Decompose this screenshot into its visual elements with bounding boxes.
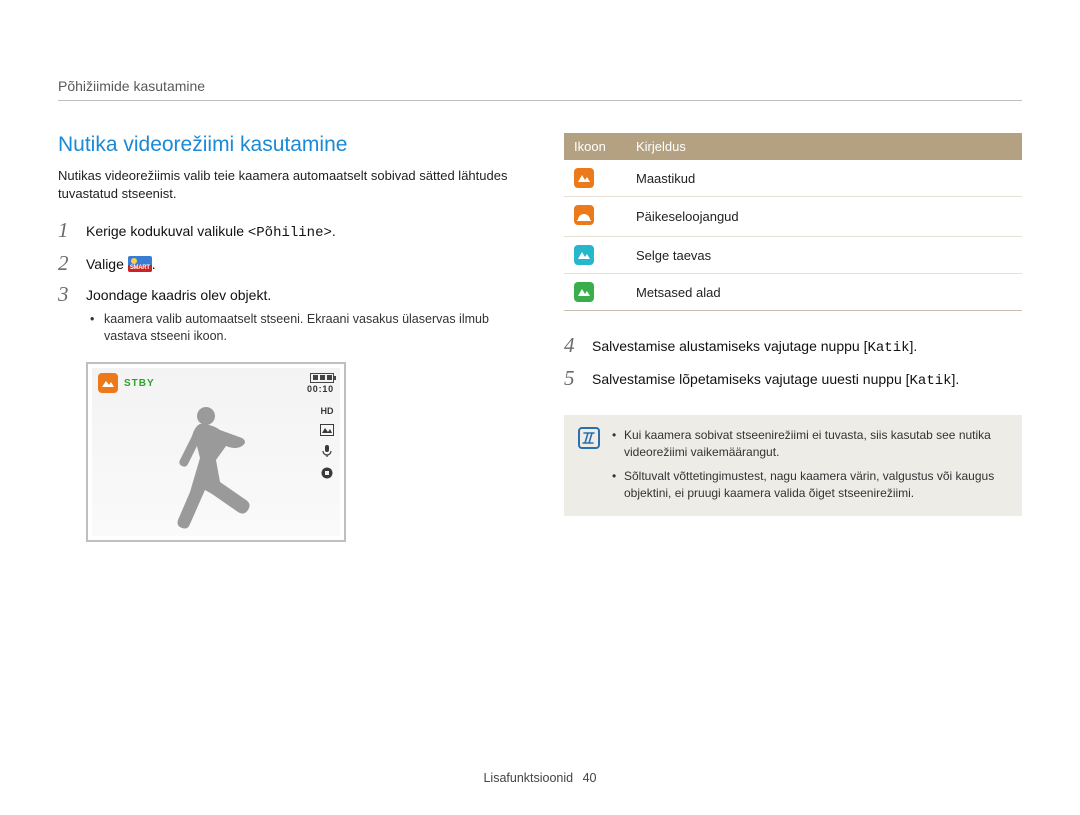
- step-number: 5: [564, 368, 582, 391]
- th-desc: Kirjeldus: [626, 133, 1022, 160]
- stabilize-icon: [320, 466, 334, 480]
- info-icon: [578, 427, 600, 449]
- step-4: 4 Salvestamise alustamiseks vajutage nup…: [564, 335, 1022, 358]
- section-title: Nutika videorežiimi kasutamine: [58, 133, 518, 157]
- camera-preview: STBY 00:10 HD: [86, 362, 346, 542]
- left-column: Nutika videorežiimi kasutamine Nutikas v…: [58, 133, 518, 542]
- step-number: 3: [58, 284, 76, 346]
- table-row: Metsased alad: [564, 274, 1022, 311]
- note-box: Kui kaamera sobivat stseenirežiimi ei tu…: [564, 415, 1022, 517]
- th-icon: Ikoon: [564, 133, 626, 160]
- step-number: 1: [58, 220, 76, 243]
- section-intro: Nutikas videorežiimis valib teie kaamera…: [58, 167, 518, 202]
- page-number: 40: [583, 771, 597, 785]
- subject-silhouette: [150, 402, 270, 530]
- aspect-icon: [320, 424, 334, 436]
- landscape-icon: [574, 168, 594, 188]
- substep: kaamera valib automaatselt stseeni. Ekra…: [90, 311, 518, 346]
- step-5: 5 Salvestamise lõpetamiseks vajutage uue…: [564, 368, 1022, 391]
- right-column: Ikoon Kirjeldus Maastikud Päikeseloojang…: [564, 133, 1022, 542]
- mic-icon: [321, 444, 333, 458]
- steps-left: 1 Kerige kodukuval valikule <Põhiline>. …: [58, 220, 518, 346]
- stby-label: STBY: [124, 378, 155, 389]
- hd-icon: HD: [321, 406, 334, 416]
- clear-sky-icon: [574, 245, 594, 265]
- step-number: 2: [58, 253, 76, 274]
- scene-badge-icon: [98, 373, 118, 393]
- footer-label: Lisafunktsioonid: [483, 771, 573, 785]
- sunset-icon: [574, 205, 594, 225]
- note-item: Sõltuvalt võttetingimustest, nagu kaamer…: [612, 468, 1008, 503]
- table-row: Maastikud: [564, 160, 1022, 197]
- rec-timer: 00:10: [307, 384, 334, 394]
- table-row: Selge taevas: [564, 237, 1022, 274]
- note-item: Kui kaamera sobivat stseenirežiimi ei tu…: [612, 427, 1008, 462]
- step-1: 1 Kerige kodukuval valikule <Põhiline>.: [58, 220, 518, 243]
- step-2: 2 Valige SMART .: [58, 253, 518, 274]
- header-rule: [58, 100, 1022, 101]
- step-3: 3 Joondage kaadris olev objekt. kaamera …: [58, 284, 518, 346]
- smart-mode-icon: SMART: [128, 256, 152, 272]
- footer: Lisafunktsioonid 40: [0, 771, 1080, 785]
- icon-table: Ikoon Kirjeldus Maastikud Päikeseloojang…: [564, 133, 1022, 311]
- battery-icon: [310, 373, 334, 383]
- step-number: 4: [564, 335, 582, 358]
- preview-side-icons: HD: [320, 406, 334, 480]
- steps-right: 4 Salvestamise alustamiseks vajutage nup…: [564, 335, 1022, 391]
- table-row: Päikeseloojangud: [564, 197, 1022, 237]
- forest-icon: [574, 282, 594, 302]
- breadcrumb: Põhižiimide kasutamine: [58, 78, 1022, 94]
